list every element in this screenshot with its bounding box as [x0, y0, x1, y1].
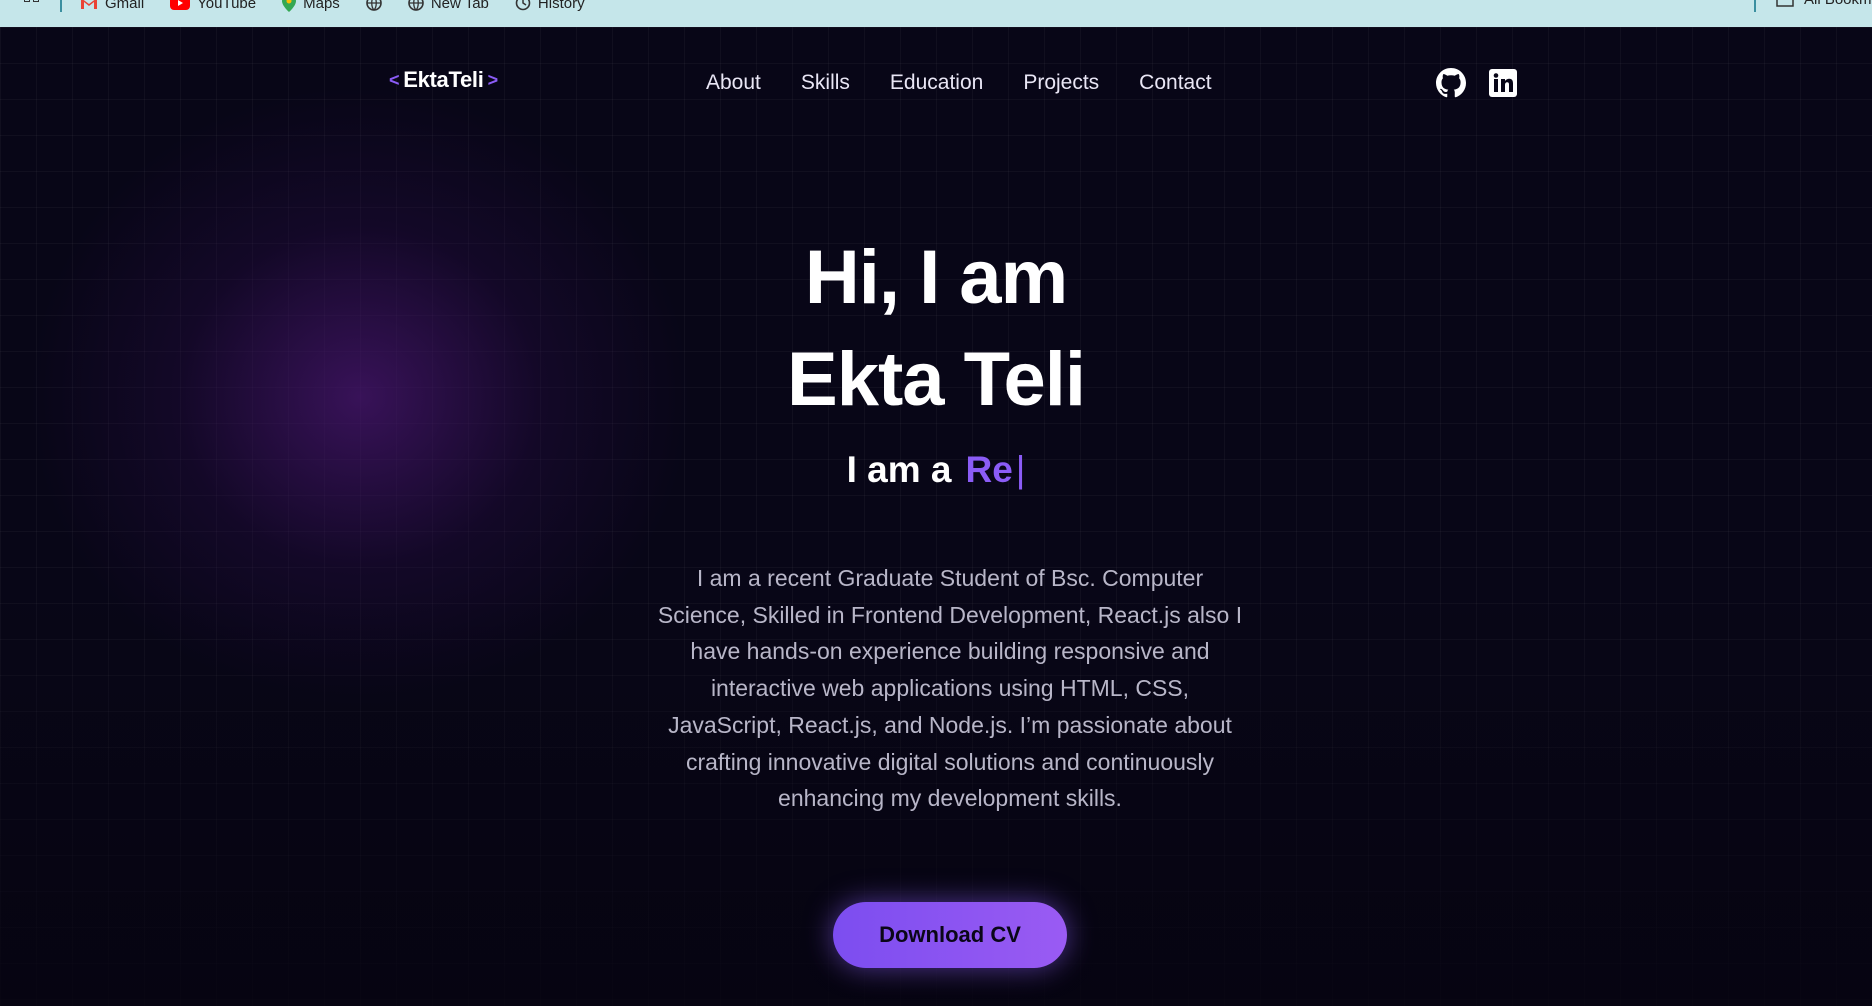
all-bookmarks-button[interactable]: All Bookmarks — [1776, 0, 1872, 8]
nav-link-contact[interactable]: Contact — [1139, 71, 1211, 95]
bookmark-youtube[interactable]: YouTube — [170, 0, 256, 12]
nav-link-projects[interactable]: Projects — [1023, 71, 1099, 95]
github-icon[interactable] — [1436, 68, 1466, 98]
bookmark-maps[interactable]: Maps — [282, 0, 340, 12]
globe-icon — [366, 0, 382, 11]
folder-icon — [1776, 0, 1794, 7]
bookmark-label: Gmail — [105, 0, 145, 12]
hero-heading-name: Ekta Teli — [787, 337, 1086, 422]
history-icon — [515, 0, 531, 11]
typed-role: Re — [965, 449, 1013, 490]
bookmark-label: History — [537, 0, 585, 12]
hero-heading-line1: Hi, I am — [804, 235, 1068, 320]
logo-bracket-open: < — [389, 69, 400, 90]
site-logo[interactable]: < EktaTeli > — [385, 67, 502, 93]
gmail-icon — [81, 0, 97, 9]
hero-section: < EktaTeli > About Skills Education Proj… — [0, 27, 1872, 1006]
bookmarks-bar: Gmail YouTube Maps New Tab History All B… — [0, 0, 1872, 28]
bookmark-globe[interactable] — [366, 0, 382, 11]
typed-role-line: I am a Re| — [0, 449, 1872, 491]
logo-bracket-close: > — [487, 69, 499, 90]
typing-cursor: | — [1015, 449, 1026, 490]
bookmark-label: YouTube — [197, 0, 257, 12]
nav-link-education[interactable]: Education — [890, 71, 983, 95]
social-links — [1436, 68, 1518, 98]
bookmark-label: Maps — [303, 0, 340, 12]
globe-icon — [408, 0, 424, 11]
bookmark-label: New Tab — [430, 0, 489, 12]
bookmark-history[interactable]: History — [515, 0, 585, 12]
main-nav: About Skills Education Projects Contact — [706, 71, 1212, 95]
nav-link-about[interactable]: About — [706, 71, 761, 95]
apps-grid-icon[interactable] — [24, 0, 42, 8]
bookmark-new-tab[interactable]: New Tab — [408, 0, 489, 12]
download-cv-button[interactable]: Download CV — [833, 902, 1067, 968]
youtube-icon — [170, 0, 191, 10]
bookmark-gmail[interactable]: Gmail — [80, 0, 144, 12]
typed-prefix: I am a — [846, 449, 952, 490]
linkedin-icon[interactable] — [1488, 68, 1518, 98]
all-bookmarks-label: All Bookmarks — [1804, 0, 1872, 8]
bookmarks-separator — [60, 0, 62, 12]
maps-icon — [282, 0, 297, 12]
logo-text: EktaTeli — [403, 67, 484, 92]
bookmarks-separator — [1754, 0, 1756, 12]
hero-description: I am a recent Graduate Student of Bsc. C… — [657, 565, 1243, 812]
nav-link-skills[interactable]: Skills — [801, 71, 850, 95]
